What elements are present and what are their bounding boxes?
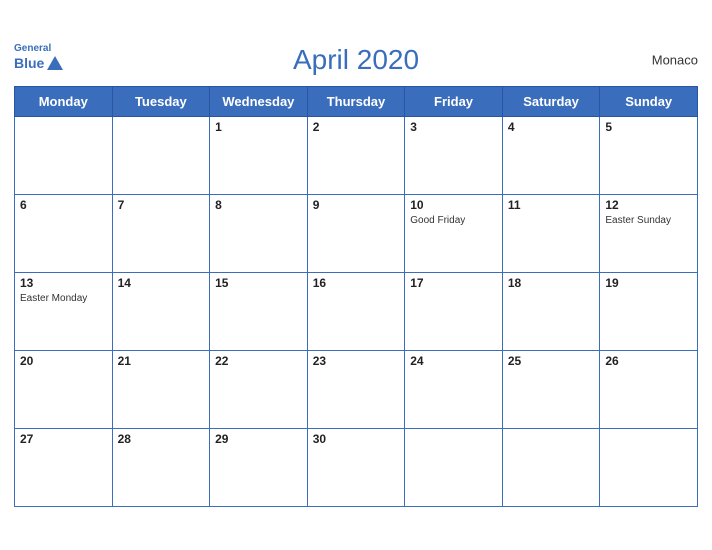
day-number: 25 xyxy=(508,354,595,368)
calendar-week-row: 13 Easter Monday 14 15 16 17 18 19 xyxy=(15,272,698,350)
calendar-day-cell xyxy=(405,428,503,506)
weekday-header-row: Monday Tuesday Wednesday Thursday Friday… xyxy=(15,86,698,116)
day-number: 6 xyxy=(20,198,107,212)
calendar-day-cell: 12 Easter Sunday xyxy=(600,194,698,272)
day-number: 11 xyxy=(508,198,595,212)
calendar-day-cell xyxy=(112,116,210,194)
day-number: 16 xyxy=(313,276,400,290)
day-number: 18 xyxy=(508,276,595,290)
calendar-day-cell: 11 xyxy=(502,194,600,272)
day-number: 29 xyxy=(215,432,302,446)
logo-triangle-icon xyxy=(46,54,64,72)
calendar-day-cell: 1 xyxy=(210,116,308,194)
calendar-week-row: 20 21 22 23 24 25 26 xyxy=(15,350,698,428)
day-number: 9 xyxy=(313,198,400,212)
calendar-day-cell: 26 xyxy=(600,350,698,428)
calendar-day-cell: 18 xyxy=(502,272,600,350)
header-saturday: Saturday xyxy=(502,86,600,116)
day-number: 30 xyxy=(313,432,400,446)
calendar-title: April 2020 xyxy=(293,44,419,76)
calendar-day-cell: 2 xyxy=(307,116,405,194)
day-number: 19 xyxy=(605,276,692,290)
day-number: 23 xyxy=(313,354,400,368)
calendar-week-row: 12345 xyxy=(15,116,698,194)
calendar-day-cell xyxy=(502,428,600,506)
day-number: 12 xyxy=(605,198,692,212)
calendar-day-cell xyxy=(600,428,698,506)
calendar-day-cell: 15 xyxy=(210,272,308,350)
day-event: Easter Monday xyxy=(20,293,87,304)
calendar-day-cell: 19 xyxy=(600,272,698,350)
calendar-day-cell: 17 xyxy=(405,272,503,350)
calendar-day-cell: 9 xyxy=(307,194,405,272)
calendar-day-cell: 25 xyxy=(502,350,600,428)
day-number: 13 xyxy=(20,276,107,290)
calendar-day-cell: 10 Good Friday xyxy=(405,194,503,272)
calendar-day-cell: 13 Easter Monday xyxy=(15,272,113,350)
day-number: 2 xyxy=(313,120,400,134)
calendar-wrapper: General Blue April 2020 Monaco Monday Tu… xyxy=(0,30,712,521)
day-number: 27 xyxy=(20,432,107,446)
calendar-day-cell: 7 xyxy=(112,194,210,272)
calendar-day-cell: 23 xyxy=(307,350,405,428)
logo-blue-text: Blue xyxy=(14,56,44,70)
calendar-day-cell: 8 xyxy=(210,194,308,272)
day-number: 28 xyxy=(118,432,205,446)
header-thursday: Thursday xyxy=(307,86,405,116)
calendar-day-cell: 22 xyxy=(210,350,308,428)
calendar-day-cell: 30 xyxy=(307,428,405,506)
day-number: 10 xyxy=(410,198,497,212)
day-number: 17 xyxy=(410,276,497,290)
header-wednesday: Wednesday xyxy=(210,86,308,116)
logo-area: General Blue xyxy=(14,44,64,73)
calendar-day-cell: 14 xyxy=(112,272,210,350)
day-number: 15 xyxy=(215,276,302,290)
calendar-table: Monday Tuesday Wednesday Thursday Friday… xyxy=(14,86,698,507)
header-friday: Friday xyxy=(405,86,503,116)
day-number: 7 xyxy=(118,198,205,212)
day-event: Easter Sunday xyxy=(605,215,671,226)
header-monday: Monday xyxy=(15,86,113,116)
calendar-day-cell: 4 xyxy=(502,116,600,194)
calendar-day-cell: 21 xyxy=(112,350,210,428)
calendar-day-cell xyxy=(15,116,113,194)
day-number: 4 xyxy=(508,120,595,134)
day-number: 14 xyxy=(118,276,205,290)
calendar-day-cell: 16 xyxy=(307,272,405,350)
day-number: 20 xyxy=(20,354,107,368)
calendar-week-row: 27 28 29 30 xyxy=(15,428,698,506)
calendar-day-cell: 28 xyxy=(112,428,210,506)
day-number: 1 xyxy=(215,120,302,134)
calendar-week-row: 6789 10 Good Friday 11 12 Easter Sunday xyxy=(15,194,698,272)
day-number: 21 xyxy=(118,354,205,368)
day-number: 3 xyxy=(410,120,497,134)
calendar-day-cell: 5 xyxy=(600,116,698,194)
calendar-header: General Blue April 2020 Monaco xyxy=(14,40,698,80)
calendar-day-cell: 3 xyxy=(405,116,503,194)
day-event: Good Friday xyxy=(410,215,465,226)
day-number: 5 xyxy=(605,120,692,134)
calendar-country: Monaco xyxy=(652,52,698,67)
day-number: 24 xyxy=(410,354,497,368)
calendar-day-cell: 29 xyxy=(210,428,308,506)
calendar-day-cell: 24 xyxy=(405,350,503,428)
day-number: 22 xyxy=(215,354,302,368)
logo-general-text: General xyxy=(14,44,51,54)
calendar-day-cell: 27 xyxy=(15,428,113,506)
day-number: 26 xyxy=(605,354,692,368)
day-number: 8 xyxy=(215,198,302,212)
calendar-day-cell: 20 xyxy=(15,350,113,428)
header-sunday: Sunday xyxy=(600,86,698,116)
calendar-day-cell: 6 xyxy=(15,194,113,272)
header-tuesday: Tuesday xyxy=(112,86,210,116)
